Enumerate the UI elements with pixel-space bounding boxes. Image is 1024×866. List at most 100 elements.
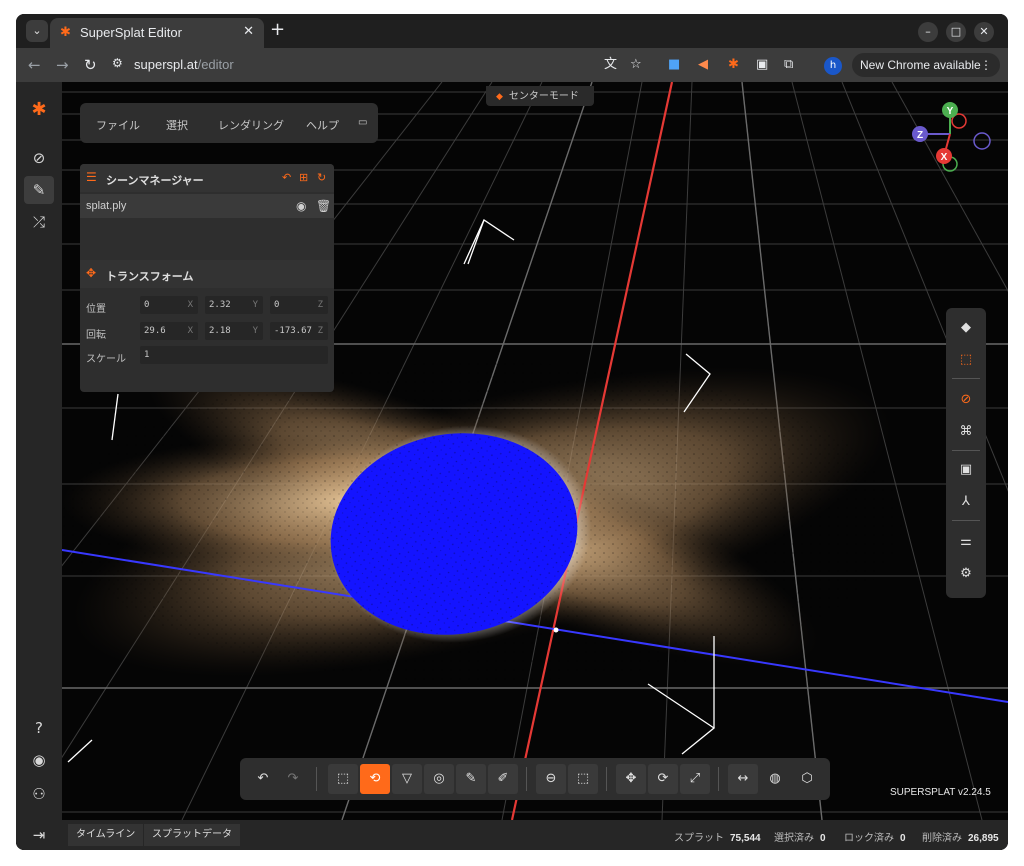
scale-tool-icon[interactable]: ⤢	[680, 764, 710, 794]
tab-close-icon[interactable]: ✕	[243, 24, 254, 39]
timeline-tab[interactable]: タイムライン	[68, 824, 144, 846]
translate-icon[interactable]: 文	[604, 57, 617, 73]
extension-icon[interactable]: ▣	[756, 57, 768, 73]
menu-render[interactable]: レンダリング	[218, 117, 284, 133]
sphere-select-icon[interactable]: ◎	[424, 764, 454, 794]
deleted-count-label: 削除済み	[922, 833, 962, 844]
reload-icon[interactable]: ↻	[84, 56, 97, 74]
new-chrome-available-button[interactable]: New Chrome available ⋮	[852, 53, 1000, 77]
pivot-icon[interactable]: ⬡	[792, 764, 822, 794]
minimize-icon[interactable]: –	[918, 22, 938, 42]
deleted-count-value: 26,895	[968, 833, 999, 844]
axis-y-label: Y	[252, 326, 258, 336]
polygon-select-icon[interactable]: ▽	[392, 764, 422, 794]
sign-in-icon[interactable]: ⇥	[24, 820, 54, 850]
position-label: 位置	[86, 304, 106, 315]
locked-count-label: ロック済み	[844, 833, 894, 844]
axis-x-label: X	[187, 300, 193, 310]
browser-tab[interactable]: ✱ SuperSplat Editor ✕	[50, 18, 264, 48]
new-tab-icon[interactable]: +	[270, 20, 285, 40]
menu-select[interactable]: 選択	[166, 117, 188, 133]
bounding-box-icon[interactable]: ⬚	[951, 346, 981, 374]
settings-gear-icon[interactable]: ⚙	[951, 560, 981, 588]
translate-tool-icon[interactable]: ✥	[616, 764, 646, 794]
brush-select-icon[interactable]: ✎	[456, 764, 486, 794]
menu-help[interactable]: ヘルプ	[306, 117, 339, 133]
scale-value: 1	[144, 350, 150, 360]
rotation-y-value: 2.18	[209, 326, 231, 336]
url-path: /editor	[197, 57, 234, 72]
right-toolbar: ◆ ⬚ ⊘ ⌘ ▣ ⅄ ⚌ ⚙	[946, 308, 986, 598]
position-x-value: 0	[144, 300, 150, 310]
close-window-icon[interactable]: ✕	[974, 22, 994, 42]
tab-search-chevron-icon[interactable]: ⌄	[26, 20, 48, 42]
extension-icon[interactable]: ◀	[698, 57, 708, 73]
help-icon[interactable]: ?	[24, 714, 54, 742]
extension-icon[interactable]: ■	[668, 57, 680, 73]
reset-icon[interactable]: ↻	[317, 171, 326, 184]
collapse-panel-icon[interactable]: ▭	[358, 117, 367, 128]
floor-select-icon[interactable]: ⊖	[536, 764, 566, 794]
shuffle-icon[interactable]: ⤮	[24, 208, 54, 236]
transform-title: トランスフォーム	[106, 271, 194, 283]
visibility-eye-icon[interactable]: ◉	[296, 199, 306, 213]
orbit-icon[interactable]: ⊘	[951, 386, 981, 414]
position-x-input[interactable]: 0X	[140, 296, 198, 314]
position-y-input[interactable]: 2.32 Y	[205, 296, 263, 314]
color-picker-icon[interactable]: ✐	[488, 764, 518, 794]
explore-compass-icon[interactable]: ⊘	[24, 144, 54, 172]
maximize-icon[interactable]: □	[946, 22, 966, 42]
view-options-sliders-icon[interactable]: ⚌	[951, 528, 981, 556]
add-user-icon[interactable]: ⚇	[24, 780, 54, 808]
bookmark-star-icon[interactable]: ☆	[630, 57, 642, 73]
splat-count-value: 75,544	[730, 833, 761, 844]
supersplat-app: Y Z X ✱ ⊘ ✎ ⤮ ? ◉ ⚇ ファイル 選択 レンダリング ヘルプ ▭	[16, 82, 1008, 850]
local-space-icon[interactable]: ↔	[728, 764, 758, 794]
frame-selection-icon[interactable]: ▣	[951, 456, 981, 484]
extensions-puzzle-icon[interactable]: ⧉	[784, 57, 793, 73]
selected-count: 選択済み 0	[774, 829, 826, 844]
undo-orange-icon[interactable]: ↶	[282, 171, 291, 184]
site-info-icon[interactable]: ⚙	[112, 56, 123, 70]
axis-y-label: Y	[252, 300, 258, 310]
splat-data-tab[interactable]: スプラットデータ	[144, 824, 240, 846]
lasso-select-icon[interactable]: ⟲	[360, 764, 390, 794]
extension-icon[interactable]: ✱	[728, 57, 739, 73]
center-mode-dot-icon: ◆	[496, 91, 503, 101]
rotate-tool-icon[interactable]: ⟳	[648, 764, 678, 794]
import-icon[interactable]: ⊞	[299, 171, 308, 184]
center-mode-toggle[interactable]: ◆ センターモード	[486, 86, 594, 106]
scene-manager-title: シーンマネージャー	[106, 175, 204, 187]
url-host: superspl.at	[134, 57, 198, 72]
address-bar[interactable]: ⚙ superspl.at/editor	[104, 52, 654, 78]
scale-input[interactable]: 1	[140, 346, 328, 364]
forward-icon[interactable]: →	[56, 56, 69, 74]
rotation-z-input[interactable]: -173.67 Z	[270, 322, 328, 340]
picker-select-icon[interactable]: ⬚	[328, 764, 358, 794]
reset-camera-axes-icon[interactable]: ⅄	[951, 488, 981, 516]
rotation-label: 回転	[86, 330, 106, 341]
profile-avatar[interactable]: h	[824, 57, 842, 75]
fly-drone-icon[interactable]: ⌘	[951, 418, 981, 446]
rotation-x-input[interactable]: 29.6 X	[140, 322, 198, 340]
splat-list-item[interactable]: splat.ply ◉ 🗑	[80, 194, 334, 218]
rotation-x-value: 29.6	[144, 326, 166, 336]
menu-file[interactable]: ファイル	[96, 117, 140, 133]
box-select-icon[interactable]: ⬚	[568, 764, 598, 794]
separator	[952, 520, 980, 521]
delete-trash-icon[interactable]: 🗑	[316, 199, 331, 213]
back-icon[interactable]: ←	[28, 56, 41, 74]
discord-icon[interactable]: ◉	[24, 746, 54, 774]
undo-icon[interactable]: ↶	[248, 764, 278, 794]
rotation-y-input[interactable]: 2.18 Y	[205, 322, 263, 340]
axis-z-label: Z	[317, 300, 323, 310]
position-z-input[interactable]: 0Z	[270, 296, 328, 314]
view-mode-diamond-icon[interactable]: ◆	[951, 314, 981, 342]
redo-icon[interactable]: ↷	[278, 764, 308, 794]
supersplat-logo-icon[interactable]: ✱	[24, 96, 54, 124]
tab-title: SuperSplat Editor	[80, 25, 182, 40]
world-space-globe-icon[interactable]: ◍	[760, 764, 790, 794]
editor-pen-icon[interactable]: ✎	[24, 176, 54, 204]
update-label: New Chrome available	[860, 58, 981, 72]
more-menu-icon[interactable]: ⋮	[980, 53, 992, 77]
